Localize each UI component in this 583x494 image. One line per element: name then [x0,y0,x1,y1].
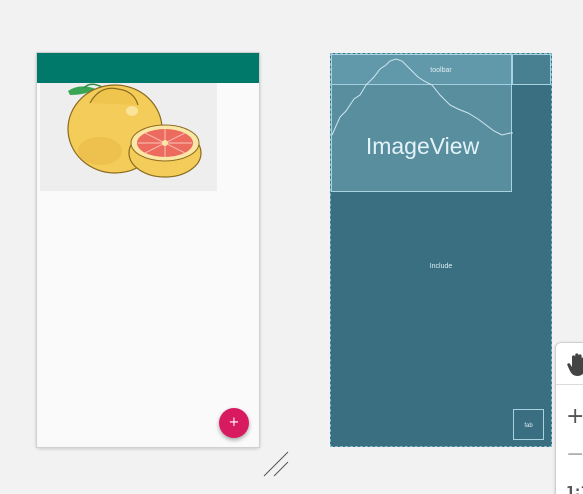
resize-handle-icon[interactable] [262,450,292,480]
toolbar-label: toolbar [430,67,452,74]
zoom-out-button[interactable]: − [556,437,583,473]
pan-button[interactable] [556,345,583,385]
zoom-controls: + − 1:1 [555,342,583,494]
design-preview[interactable]: + [37,53,259,447]
grapefruit-image [67,83,202,178]
blueprint-image-outline [332,58,513,136]
imageview-label: ImageView [365,133,480,159]
include-label: Include [429,263,453,270]
fab-button[interactable]: + [219,408,249,438]
hand-icon [567,353,583,376]
blueprint-view[interactable]: ImageView toolbar Include fab [330,53,552,447]
layout-editor-canvas: + ImageView toolbar Include fab + − 1:1 [0,0,583,494]
actual-size-button[interactable]: 1:1 [556,475,583,494]
blueprint-imageview[interactable]: ImageView [331,54,513,192]
image-view[interactable] [40,83,217,191]
toolbar[interactable] [37,53,259,83]
blueprint-fab[interactable]: fab [513,409,544,440]
fab-label: fab [524,423,533,429]
blueprint-divider [512,54,513,85]
zoom-in-button[interactable]: + [556,399,583,435]
